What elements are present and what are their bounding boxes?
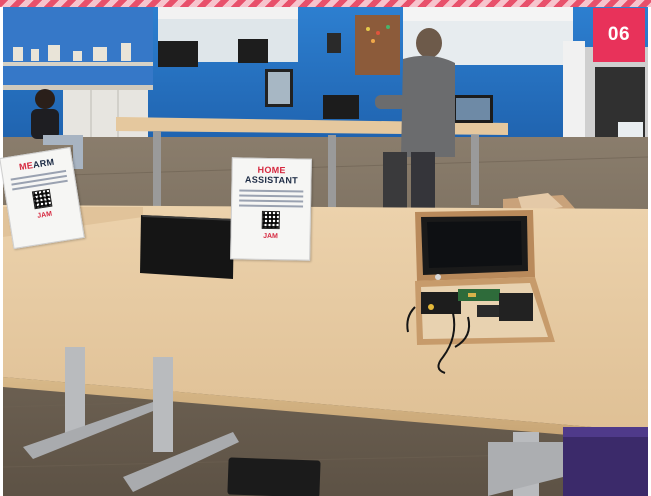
mearm-sign-logo: JAM	[36, 210, 53, 220]
wall-phone	[327, 33, 341, 53]
table-leg-left	[65, 347, 85, 437]
page-number-badge: 06	[593, 8, 645, 62]
home-assistant-title-accent: HOME	[257, 164, 286, 176]
rpi-board	[421, 292, 461, 314]
home-assistant-sign-logo: JAM	[263, 232, 278, 241]
wall-board	[355, 15, 400, 75]
maker-space-photo	[3, 7, 648, 496]
home-assistant-sign: HOME ASSISTANT JAM	[230, 157, 312, 261]
floor-tablet	[227, 457, 321, 496]
back-laptop	[323, 95, 359, 119]
home-assistant-sign-text-lines	[239, 189, 304, 208]
home-assistant-title-rest: ASSISTANT	[244, 174, 299, 186]
table-leg-mid	[153, 357, 173, 452]
mearm-sign: MEARM JAM	[0, 146, 85, 250]
purple-bag	[563, 427, 648, 496]
photo-frame: MEARM JAM HOME ASSISTANT JAM 06	[0, 0, 651, 496]
home-assistant-sign-title: HOME ASSISTANT	[232, 158, 310, 186]
top-stripe-border	[0, 0, 651, 7]
window-blind-left	[158, 7, 298, 19]
window-blind	[403, 7, 573, 21]
battery-pack	[499, 293, 533, 321]
mearm-sign-text-lines	[10, 169, 68, 191]
mearm-title-rest: ARM	[32, 156, 55, 170]
black-tablet	[140, 215, 234, 279]
mearm-qr-code	[31, 188, 53, 210]
home-assistant-qr-code	[261, 210, 280, 230]
